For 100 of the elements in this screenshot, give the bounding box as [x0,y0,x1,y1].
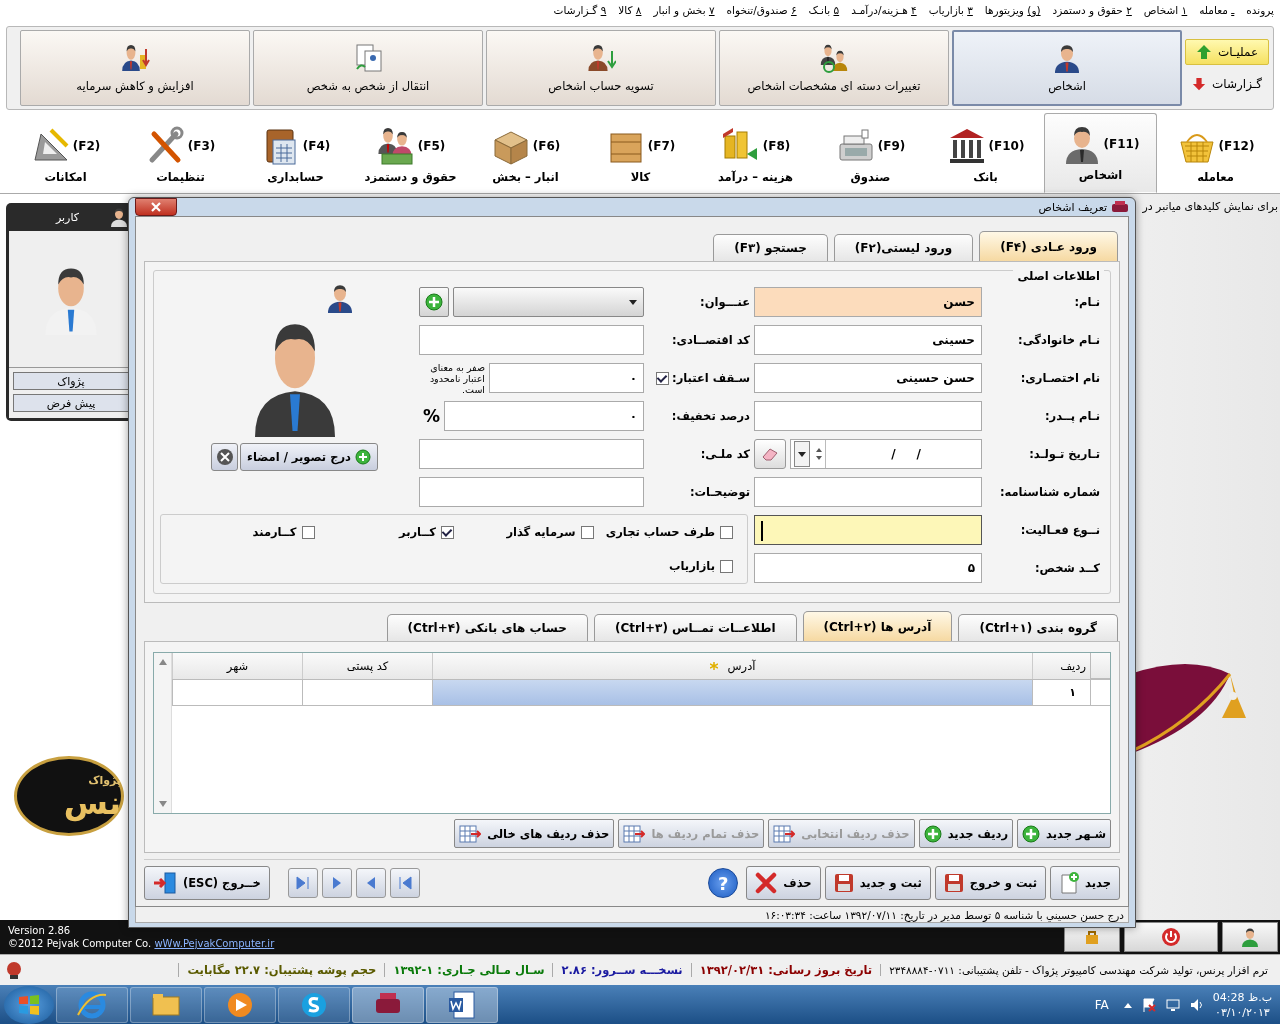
text-field[interactable] [754,477,982,508]
table-cell[interactable] [432,680,1032,707]
tab[interactable]: آدرس ها (Ctrl+۲) [802,611,953,642]
taskbar-app[interactable] [204,986,276,1023]
menu-item[interactable]: پرونده [1246,4,1274,16]
operation-tile[interactable]: اشخاص [952,30,1182,106]
dropdown[interactable] [453,287,644,318]
grid-button[interactable]: حذف ردیف های خالی [454,819,615,849]
checkbox[interactable] [441,525,454,539]
column-heading[interactable]: آدرس [432,653,1032,680]
text-field[interactable]: حسینی [754,325,982,356]
taskbar-app[interactable] [426,986,498,1023]
table-cell[interactable] [302,680,432,707]
taskbar-app[interactable] [352,986,424,1023]
network-icon [1164,996,1181,1013]
user-switch-button[interactable] [1222,922,1278,952]
menu-item[interactable]: ۵ بانـک [808,4,840,16]
text-field[interactable] [419,439,644,470]
dropdown-button[interactable] [794,441,810,468]
field-label: شماره شناسنامه: [998,485,1101,500]
clear-date-button[interactable] [754,439,786,470]
grid-button[interactable]: شـهر جدید [1017,819,1111,849]
menu-item[interactable]: ۸ کالا [618,4,642,16]
tab[interactable]: ورود لیستی(F۲) [833,234,974,262]
start-button[interactable] [4,985,54,1024]
website-link[interactable]: wWw.PejvakComputer.ir [154,938,275,949]
spin-buttons[interactable] [813,440,826,469]
action-button[interactable]: جدید [1050,866,1120,901]
menu-item[interactable]: (و) ویزیتورها [984,4,1041,16]
checkbox[interactable] [656,371,670,385]
text-field[interactable]: حسن حسینی [754,363,982,394]
field-label: نــوع فعـالیت: [1019,523,1101,538]
menu-item[interactable]: ۷ بخش و انبار [653,4,715,16]
app-icon [1111,200,1129,215]
text-field[interactable]: حسن [754,287,982,318]
tab[interactable]: گروه بندی (Ctrl+۱) [958,614,1118,642]
checkbox[interactable] [580,525,594,539]
grid-button[interactable]: ردیف جدید [918,819,1014,849]
column-heading[interactable]: کد پستی [302,653,432,680]
taskbar-app[interactable] [278,986,350,1023]
navigation-button[interactable] [287,868,318,899]
clock-time: ب.ظ 04:28 [1212,989,1272,1005]
insert-image-button[interactable]: درج تصویر / امضاء [240,443,378,472]
exit-button[interactable]: خــروج (ESC) [144,866,270,901]
text-field[interactable] [419,325,644,356]
remove-image-button[interactable] [211,443,239,472]
user-button[interactable]: پژواک [13,372,129,390]
power-button[interactable] [1124,922,1218,952]
text-field[interactable] [419,477,644,508]
text-field[interactable] [754,515,982,546]
field-label: تـاریخ تـولـد: [1028,447,1101,462]
field-label: درصد تخفیف: [671,409,750,424]
date-field[interactable]: / / [790,439,982,470]
menu-item[interactable]: ۹ گـزارشات [553,4,607,16]
navigation-button[interactable] [321,868,352,899]
mode-tab[interactable]: عملیـات [1185,39,1269,65]
text-field[interactable] [754,401,982,432]
checkbox[interactable] [720,525,733,539]
status-text: نسخـــه ســرور: ۲.۸۶ [552,963,691,977]
menu-item[interactable]: ۱ اشخاص [1143,4,1188,16]
taskbar-app[interactable] [56,986,128,1023]
operation-tile[interactable]: تغییرات دسته ای مشخصات اشخاص [719,30,949,106]
text-field[interactable]: ۰ [444,401,644,432]
action-button[interactable]: ثبت و خروج [934,866,1047,901]
checkbox-label: کــاربر [399,525,436,540]
menu-item[interactable]: ۶ صندوق/تنخواه [726,4,797,16]
caret-down-icon [798,451,806,457]
tab[interactable]: اطلاعــات تمــاس (Ctrl+۳) [593,614,797,642]
tab[interactable]: جستجو (F۳) [713,234,828,262]
navigation-button[interactable] [389,868,420,899]
text-field[interactable]: ۰ [489,363,644,394]
column-heading[interactable]: ردیف [1032,653,1090,680]
menu-item[interactable]: ۴ هـزینه/درآمـد [851,4,917,16]
field-label: نـام پــدر: [1043,409,1101,424]
user-button[interactable]: پیش فرض [13,394,129,412]
action-button[interactable]: ثبت و جدید [824,866,931,901]
action-button[interactable]: حذف [746,866,821,901]
plus-icon [923,824,942,843]
taskbar-app[interactable] [130,986,202,1023]
checkbox[interactable] [301,525,315,539]
version-text: Version 2.86 [8,924,72,937]
add-button[interactable] [419,287,449,318]
tab[interactable]: ورود عـادی (F۴) [979,231,1118,262]
operation-tile[interactable]: افزایش و کاهش سرمایه [20,30,250,106]
checkbox[interactable] [720,559,733,573]
menu-item[interactable]: ـ معامله [1199,4,1235,16]
menu-item[interactable]: ۲ حقوق و دستمزد [1052,4,1132,16]
menu-item[interactable]: ۳ بازاریاب [928,4,973,16]
language-indicator[interactable]: FA [1088,996,1115,1013]
field-label: عنـــوان: [700,295,750,310]
navigation-button[interactable] [355,868,386,899]
copyright-text: ©2012 Pejvak Computer Co. [8,938,152,949]
scrollbar[interactable] [154,653,172,814]
close-button[interactable] [135,198,177,216]
operation-tile[interactable]: تسویه حساب اشخاص [486,30,716,106]
mode-tab[interactable]: گـزارشات [1185,71,1269,97]
operation-tile[interactable]: انتقال از شخص به شخص [253,30,483,106]
field-label: کد ملـی: [700,447,750,462]
text-field[interactable]: ۵ [754,553,982,584]
tab[interactable]: حساب های بانکی (Ctrl+۴) [386,614,588,642]
